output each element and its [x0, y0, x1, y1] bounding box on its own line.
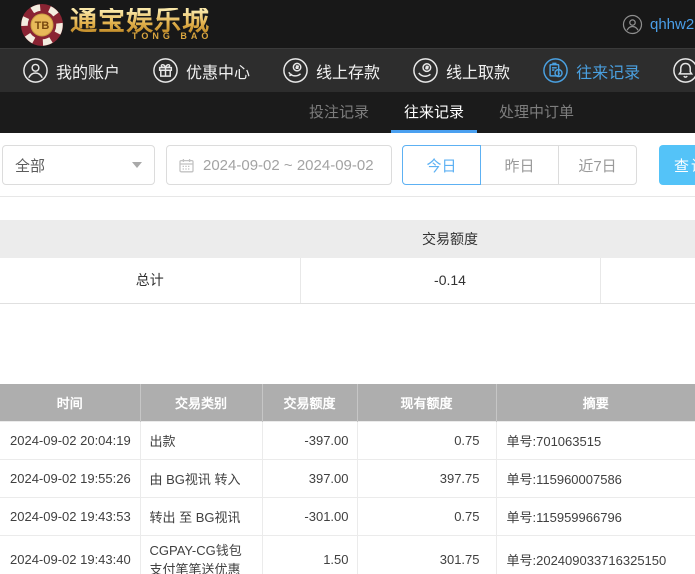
transaction-type-select[interactable]: 全部	[2, 145, 155, 185]
withdraw-icon	[412, 57, 439, 84]
top-bar: TB 通宝娱乐城 TONG BAO qhhw2	[0, 0, 695, 48]
cell-amount: -301.00	[262, 498, 357, 536]
casino-chip-icon: TB	[20, 3, 64, 47]
date-range-value: 2024-09-02 ~ 2024-09-02	[203, 157, 374, 174]
cell-summary: 单号:701063515	[496, 422, 695, 460]
nav-label: 往来记录	[576, 59, 640, 83]
user-icon	[622, 14, 643, 35]
cell-amount: 397.00	[262, 460, 357, 498]
summary-table: 交易额度 总计 -0.14	[0, 220, 695, 304]
table-row: 2024-09-02 19:55:26 由 BG视讯 转入 397.00 397…	[0, 460, 695, 498]
column-header-balance: 现有额度	[357, 384, 496, 422]
logo-text: 通宝娱乐城 TONG BAO	[70, 8, 212, 41]
bell-icon	[672, 57, 695, 84]
cell-type: CGPAY-CG钱包支付笔笔送优惠	[140, 536, 262, 574]
today-button[interactable]: 今日	[402, 145, 481, 185]
table-row: 2024-09-02 20:04:19 出款 -397.00 0.75 单号:7…	[0, 422, 695, 460]
cell-type: 出款	[140, 422, 262, 460]
nav-label: 线上取款	[446, 59, 510, 83]
nav-item-transaction-records[interactable]: 往来记录	[542, 57, 640, 84]
logo-subtitle: TONG BAO	[132, 32, 212, 41]
tab-label: 投注记录	[309, 101, 369, 122]
user-account[interactable]: qhhw2	[622, 0, 694, 48]
tab-label: 往来记录	[404, 101, 464, 122]
summary-header-row: 交易额度	[0, 220, 695, 258]
username: qhhw2	[650, 16, 694, 33]
cell-time: 2024-09-02 20:04:19	[0, 422, 140, 460]
summary-header-spacer	[0, 220, 300, 258]
cell-time: 2024-09-02 19:55:26	[0, 460, 140, 498]
cell-balance: 0.75	[357, 422, 496, 460]
nav-item-withdraw[interactable]: 线上取款	[412, 57, 510, 84]
nav-item-deposit[interactable]: 线上存款	[282, 57, 380, 84]
filter-bar: 全部 2024-09-02 ~ 2024-09-02 今日 昨日 近7日 查询	[2, 145, 695, 185]
nav-label: 线上存款	[316, 59, 380, 83]
main-nav: 我的账户 优惠中心 线上存款	[0, 48, 695, 92]
cell-summary: 单号:115959966796	[496, 498, 695, 536]
cell-time: 2024-09-02 19:43:53	[0, 498, 140, 536]
column-header-time: 时间	[0, 384, 140, 422]
summary-header-spacer	[600, 220, 695, 258]
tab-betting-records[interactable]: 投注记录	[296, 92, 382, 133]
user-icon	[22, 57, 49, 84]
sub-nav: 投注记录 往来记录 处理中订单	[0, 92, 695, 133]
column-header-summary: 摘要	[496, 384, 695, 422]
tab-processing-orders[interactable]: 处理中订单	[486, 92, 587, 133]
nav-label: 我的账户	[56, 59, 120, 83]
summary-total-row: 总计 -0.14	[0, 258, 695, 303]
table-row: 2024-09-02 19:43:40 CGPAY-CG钱包支付笔笔送优惠 1.…	[0, 536, 695, 574]
column-header-type: 交易类别	[140, 384, 262, 422]
cell-summary: 单号:202409033716325150	[496, 536, 695, 574]
select-value: 全部	[15, 155, 45, 176]
cell-balance: 301.75	[357, 536, 496, 574]
column-header-amount: 交易额度	[262, 384, 357, 422]
cell-summary: 单号:115960007586	[496, 460, 695, 498]
nav-label: 优惠中心	[186, 59, 250, 83]
calendar-icon	[178, 157, 195, 174]
quick-date-buttons: 今日 昨日 近7日	[402, 145, 637, 185]
last7days-button[interactable]: 近7日	[558, 145, 637, 185]
cell-type: 转出 至 BG视讯	[140, 498, 262, 536]
summary-total-value: -0.14	[300, 258, 600, 303]
table-header-row: 时间 交易类别 交易额度 现有额度 摘要	[0, 384, 695, 422]
query-button[interactable]: 查询	[659, 145, 695, 185]
summary-amount-header: 交易额度	[300, 220, 600, 258]
tab-label: 处理中订单	[499, 101, 574, 122]
table-row: 2024-09-02 19:43:53 转出 至 BG视讯 -301.00 0.…	[0, 498, 695, 536]
summary-total-label: 总计	[0, 258, 300, 303]
divider	[0, 196, 695, 197]
cell-amount: -397.00	[262, 422, 357, 460]
site-logo[interactable]: TB 通宝娱乐城 TONG BAO	[20, 1, 212, 47]
cell-balance: 397.75	[357, 460, 496, 498]
date-range-input[interactable]: 2024-09-02 ~ 2024-09-02	[166, 145, 392, 185]
nav-item-promotions[interactable]: 优惠中心	[152, 57, 250, 84]
chip-text: TB	[35, 20, 50, 32]
chevron-down-icon	[132, 162, 142, 168]
cell-amount: 1.50	[262, 536, 357, 574]
nav-item-my-account[interactable]: 我的账户	[22, 57, 120, 84]
records-icon	[542, 57, 569, 84]
yesterday-button[interactable]: 昨日	[480, 145, 559, 185]
cell-time: 2024-09-02 19:43:40	[0, 536, 140, 574]
nav-item-messages[interactable]: 信	[672, 57, 695, 84]
deposit-icon	[282, 57, 309, 84]
page: TB 通宝娱乐城 TONG BAO qhhw2 我的账户	[0, 0, 695, 574]
tab-transaction-records[interactable]: 往来记录	[391, 92, 477, 133]
summary-empty-cell	[600, 258, 695, 303]
gift-icon	[152, 57, 179, 84]
cell-type: 由 BG视讯 转入	[140, 460, 262, 498]
transactions-table: 时间 交易类别 交易额度 现有额度 摘要 2024-09-02 20:04:19…	[0, 384, 695, 574]
cell-balance: 0.75	[357, 498, 496, 536]
